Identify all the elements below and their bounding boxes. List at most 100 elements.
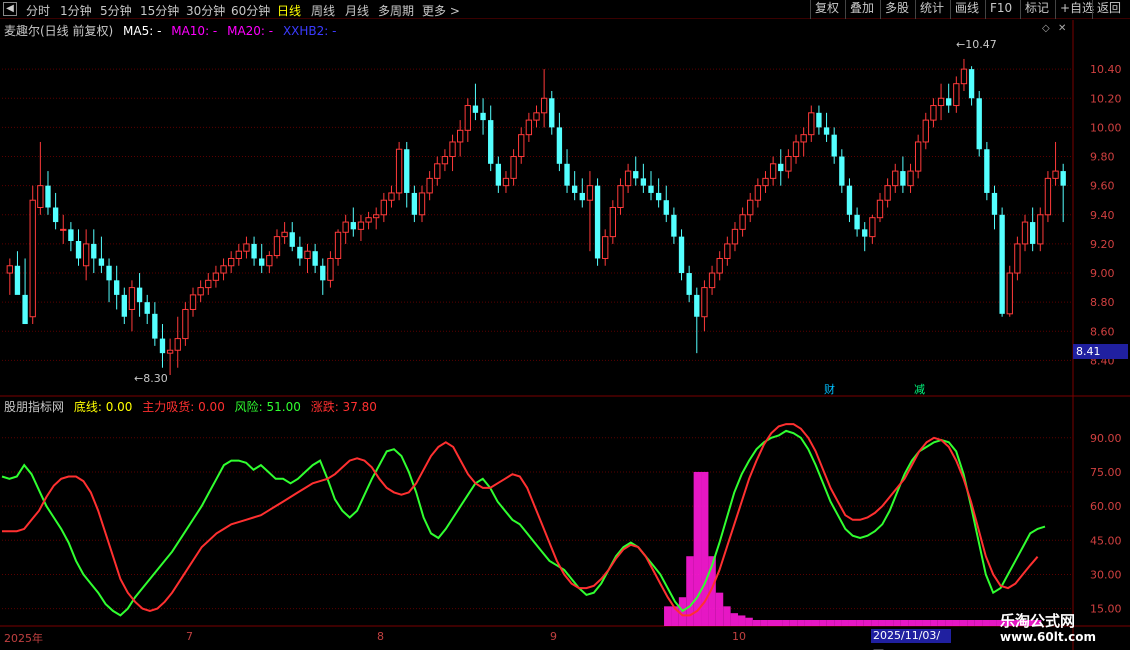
candle-body — [846, 185, 853, 215]
candle-body — [152, 313, 158, 339]
event-jian[interactable]: 减 — [914, 381, 925, 397]
series-line-fengxian — [1, 429, 1046, 617]
candle-body — [571, 185, 578, 193]
ma20-label: MA20: - — [227, 24, 274, 38]
high-label: ←10.47 — [956, 38, 997, 51]
candle-body — [640, 178, 647, 186]
candle-body — [434, 163, 441, 179]
candle-body — [304, 250, 311, 259]
candle-body — [862, 229, 868, 237]
y-tick-label: 9.60 — [1090, 180, 1115, 193]
candle-body — [1014, 243, 1021, 274]
candle-body — [22, 294, 28, 325]
candle-body — [212, 272, 220, 281]
accumulation-bar — [848, 620, 857, 626]
accumulation-bar — [730, 613, 739, 626]
candle-body — [1029, 222, 1036, 244]
candle-body — [663, 200, 669, 215]
candle-body — [480, 112, 486, 121]
candle-body — [686, 273, 692, 295]
candle-body — [373, 214, 380, 219]
candle-body — [144, 302, 150, 314]
candle-body — [518, 134, 525, 158]
accumulation-bar — [819, 620, 827, 626]
accumulation-bar — [937, 620, 946, 626]
accumulation-bar — [789, 620, 798, 626]
candle-body — [334, 231, 342, 259]
candle-body — [121, 294, 127, 317]
y-tick-label: 9.80 — [1090, 151, 1115, 164]
candle-body — [197, 287, 204, 296]
accumulation-bar — [797, 620, 805, 626]
event-cai[interactable]: 财 — [824, 381, 835, 397]
y-tick-label: 8.80 — [1090, 296, 1115, 309]
candle-body — [357, 221, 365, 230]
candle-body — [312, 251, 318, 266]
candle-body — [556, 127, 563, 164]
accumulation-bar — [974, 620, 983, 626]
candle-body — [854, 214, 860, 230]
candle-body — [648, 185, 654, 193]
candle-body — [816, 112, 822, 128]
candle-body — [365, 217, 372, 223]
low-label: ←8.30 — [134, 372, 168, 385]
candle-body — [694, 294, 700, 317]
accumulation-bar — [863, 620, 872, 626]
candle-body — [243, 243, 250, 252]
candle-body — [946, 98, 952, 106]
close-icon[interactable]: ✕ — [1058, 23, 1066, 34]
candle-body — [273, 236, 281, 257]
candle-body — [68, 229, 74, 241]
ma10-label: MA10: - — [171, 24, 218, 38]
zhuli-label: 主力吸货: 0.00 — [142, 400, 225, 414]
candle-body — [259, 258, 265, 266]
watermark-url: www.60lt.com — [1000, 630, 1097, 644]
candle-body — [395, 148, 403, 194]
candle-body — [892, 170, 899, 187]
candle-body — [1052, 170, 1059, 179]
date-label-jul: 7 — [186, 630, 193, 643]
y-tick-label: 75.00 — [1090, 466, 1122, 479]
candle-body — [60, 228, 67, 231]
candle-body — [754, 185, 762, 201]
candle-body — [678, 236, 685, 274]
date-label-year: 2025年 — [4, 632, 43, 645]
main-panel-title: 麦趣尔(日线 前复权) MA5: - MA10: - MA20: - XXHB2… — [4, 22, 342, 39]
candle-body — [189, 294, 197, 310]
accumulation-bar — [664, 606, 672, 626]
y-tick-label: 15.00 — [1090, 603, 1122, 616]
candle-body — [823, 127, 830, 135]
accumulation-bar — [878, 620, 886, 626]
accumulation-bar — [767, 620, 776, 626]
candle-body — [106, 265, 112, 281]
accumulation-bar — [900, 620, 909, 626]
candle-body — [907, 170, 914, 187]
accumulation-bar — [804, 620, 812, 626]
zhangdie-label: 涨跌: 37.80 — [310, 400, 377, 414]
candle-body — [98, 258, 105, 266]
candle-body — [488, 120, 494, 164]
candle-body — [594, 185, 601, 259]
candle-body — [549, 98, 555, 128]
y-tick-label: 8.60 — [1090, 325, 1115, 338]
accumulation-bar — [841, 620, 849, 626]
candle-body — [228, 257, 235, 267]
candle-body — [297, 246, 303, 259]
diamond-icon[interactable]: ◇ — [1042, 23, 1050, 34]
accumulation-bar — [959, 620, 968, 626]
date-cursor: 2025/11/03/— — [871, 629, 951, 650]
low-value: 8.30 — [143, 372, 168, 385]
y-tick-label: 9.40 — [1090, 209, 1115, 222]
accumulation-bar — [930, 620, 938, 626]
candle-body — [464, 105, 471, 131]
candle-body — [128, 287, 136, 310]
candle-body — [220, 265, 227, 274]
chart-canvas: 8.408.608.809.009.209.409.609.8010.0010.… — [0, 20, 1130, 650]
accumulation-bar — [752, 620, 761, 626]
candle-body — [327, 257, 334, 281]
accumulation-bar — [893, 620, 901, 626]
candle-body — [579, 192, 585, 201]
candle-body — [869, 217, 876, 238]
accumulation-bar — [745, 617, 753, 626]
candle-body — [342, 221, 349, 233]
